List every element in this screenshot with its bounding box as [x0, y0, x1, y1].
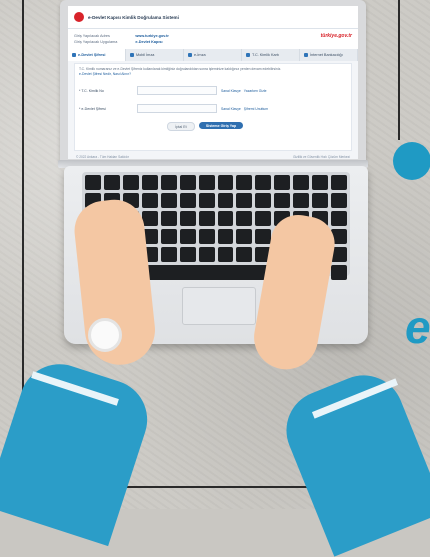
keyboard-key	[217, 211, 234, 226]
frame-right-line	[398, 0, 400, 140]
keyboard-key	[331, 193, 347, 208]
laptop-screen: e-Devlet Kapısı Kimlik Doğrulama Sistemi…	[68, 6, 358, 159]
edevlet-logo-icon	[74, 12, 84, 22]
keyboard-key	[255, 229, 272, 244]
keyboard-key	[236, 247, 253, 262]
keyboard-key	[217, 229, 234, 244]
keyboard-key	[160, 175, 177, 190]
keyboard-key	[160, 193, 177, 208]
keyboard-key	[198, 175, 215, 190]
login-button[interactable]: Sisteme Giriş Yap	[199, 122, 243, 129]
password-help-link[interactable]: e-Devlet Şifresi Nedir, Nasıl Alınır?	[79, 72, 347, 77]
keyboard-key	[236, 229, 253, 244]
keyboard-key	[160, 211, 177, 226]
keyboard-key	[217, 247, 234, 262]
tab-label: e-İmza	[194, 53, 206, 57]
login-footer: © 2022 Ankara - Tüm Hakları Saklıdır Giz…	[68, 155, 358, 159]
login-page-title: e-Devlet Kapısı Kimlik Doğrulama Sistemi	[88, 14, 179, 20]
footer-links[interactable]: Gizlilik ve Güvenlik Hızlı Çözüm Merkezi	[293, 155, 350, 159]
keyboard-key	[217, 175, 234, 190]
tab-label: e-Devlet Şifresi	[78, 53, 106, 57]
tab-internet-banking[interactable]: İnternet Bankacılığı	[300, 49, 358, 61]
tab-label: Mobil İmza	[136, 53, 155, 57]
keyboard-key	[198, 193, 215, 208]
phone-icon	[130, 53, 134, 57]
keyboard-key	[255, 211, 272, 226]
bank-icon	[304, 53, 308, 57]
login-target-info: Giriş Yapılacak Adres Giriş Yapılacak Uy…	[68, 29, 358, 49]
tab-label: T.C. Kimlik Kartı	[252, 53, 280, 57]
keyboard-key	[217, 193, 234, 208]
keyboard-key	[236, 175, 253, 190]
keyboard-key	[85, 175, 101, 190]
keyboard-key	[198, 229, 215, 244]
keyboard-key	[141, 175, 158, 190]
keyboard-key	[293, 193, 310, 208]
tc-number-row: * T.C. Kimlik No Sanal Klavye Yazarken G…	[79, 86, 267, 95]
keyboard-key	[312, 193, 329, 208]
spacebar-key	[141, 265, 272, 280]
wristwatch-icon	[88, 318, 122, 352]
keyboard-key	[141, 211, 158, 226]
keyboard-key	[236, 193, 253, 208]
target-app-value: e-Devlet Kapısı	[135, 40, 163, 44]
keyboard-key	[141, 193, 158, 208]
login-form: T.C. Kimlik numaranız ve e-Devlet Şifren…	[74, 63, 352, 151]
hide-while-typing-link[interactable]: Yazarken Gizle	[244, 89, 267, 93]
password-input[interactable]	[137, 104, 217, 113]
keyboard-key	[331, 265, 347, 280]
login-header: e-Devlet Kapısı Kimlik Doğrulama Sistemi	[68, 6, 358, 29]
keyboard-key	[236, 211, 253, 226]
tc-number-label: * T.C. Kimlik No	[79, 88, 104, 93]
keyboard-key	[198, 247, 215, 262]
virtual-keyboard-link-2[interactable]: Sanal Klavye	[221, 107, 241, 111]
keyboard-key	[293, 175, 310, 190]
tab-label: İnternet Bankacılığı	[310, 53, 343, 57]
key-icon	[72, 53, 76, 57]
target-app-label: Giriş Yapılacak Uygulama	[74, 40, 118, 44]
keyboard-key	[331, 211, 347, 226]
login-method-tabs: e-Devlet Şifresi Mobil İmza e-İmza T.C. …	[68, 49, 358, 61]
keyboard-key	[179, 247, 196, 262]
pen-icon	[188, 53, 192, 57]
keyboard-key	[160, 229, 177, 244]
password-aux: Sanal Klavye Şifremi Unuttum	[221, 107, 268, 111]
keyboard-key	[312, 175, 329, 190]
keyboard-key	[179, 193, 196, 208]
tc-number-aux: Sanal Klavye Yazarken Gizle	[221, 89, 267, 93]
accent-circle	[393, 142, 430, 180]
keyboard-key	[274, 193, 291, 208]
tab-e-signature[interactable]: e-İmza	[184, 49, 242, 61]
keyboard-key	[103, 175, 120, 190]
tab-mobile-signature[interactable]: Mobil İmza	[126, 49, 184, 61]
target-labels: Giriş Yapılacak Adres Giriş Yapılacak Uy…	[74, 33, 117, 45]
tab-id-card[interactable]: T.C. Kimlik Kartı	[242, 49, 300, 61]
keyboard-key	[122, 175, 139, 190]
keyboard-key	[255, 175, 272, 190]
target-values: www.turkiye.gov.tr e-Devlet Kapısı	[135, 33, 169, 45]
laptop-trackpad	[182, 287, 256, 325]
keyboard-key	[160, 247, 177, 262]
keyboard-key	[198, 211, 215, 226]
accent-letter: e	[405, 301, 430, 353]
keyboard-key	[179, 211, 196, 226]
keyboard-key	[255, 193, 272, 208]
password-row: * e-Devlet Şifresi Sanal Klavye Şifremi …	[79, 104, 268, 113]
keyboard-key	[179, 229, 196, 244]
keyboard-key	[331, 175, 347, 190]
footer-copyright: © 2022 Ankara - Tüm Hakları Saklıdır	[76, 155, 129, 159]
keyboard-key	[179, 175, 196, 190]
keyboard-key	[274, 175, 291, 190]
tab-edevlet-password[interactable]: e-Devlet Şifresi	[68, 49, 126, 61]
turkiye-gov-brand: türkiye.gov.tr	[320, 33, 352, 39]
id-card-icon	[246, 53, 250, 57]
cancel-button[interactable]: İptal Et	[167, 122, 195, 131]
forgot-password-link[interactable]: Şifremi Unuttum	[244, 107, 268, 111]
tc-number-input[interactable]	[137, 86, 217, 95]
password-label: * e-Devlet Şifresi	[79, 106, 106, 111]
virtual-keyboard-link[interactable]: Sanal Klavye	[221, 89, 241, 93]
